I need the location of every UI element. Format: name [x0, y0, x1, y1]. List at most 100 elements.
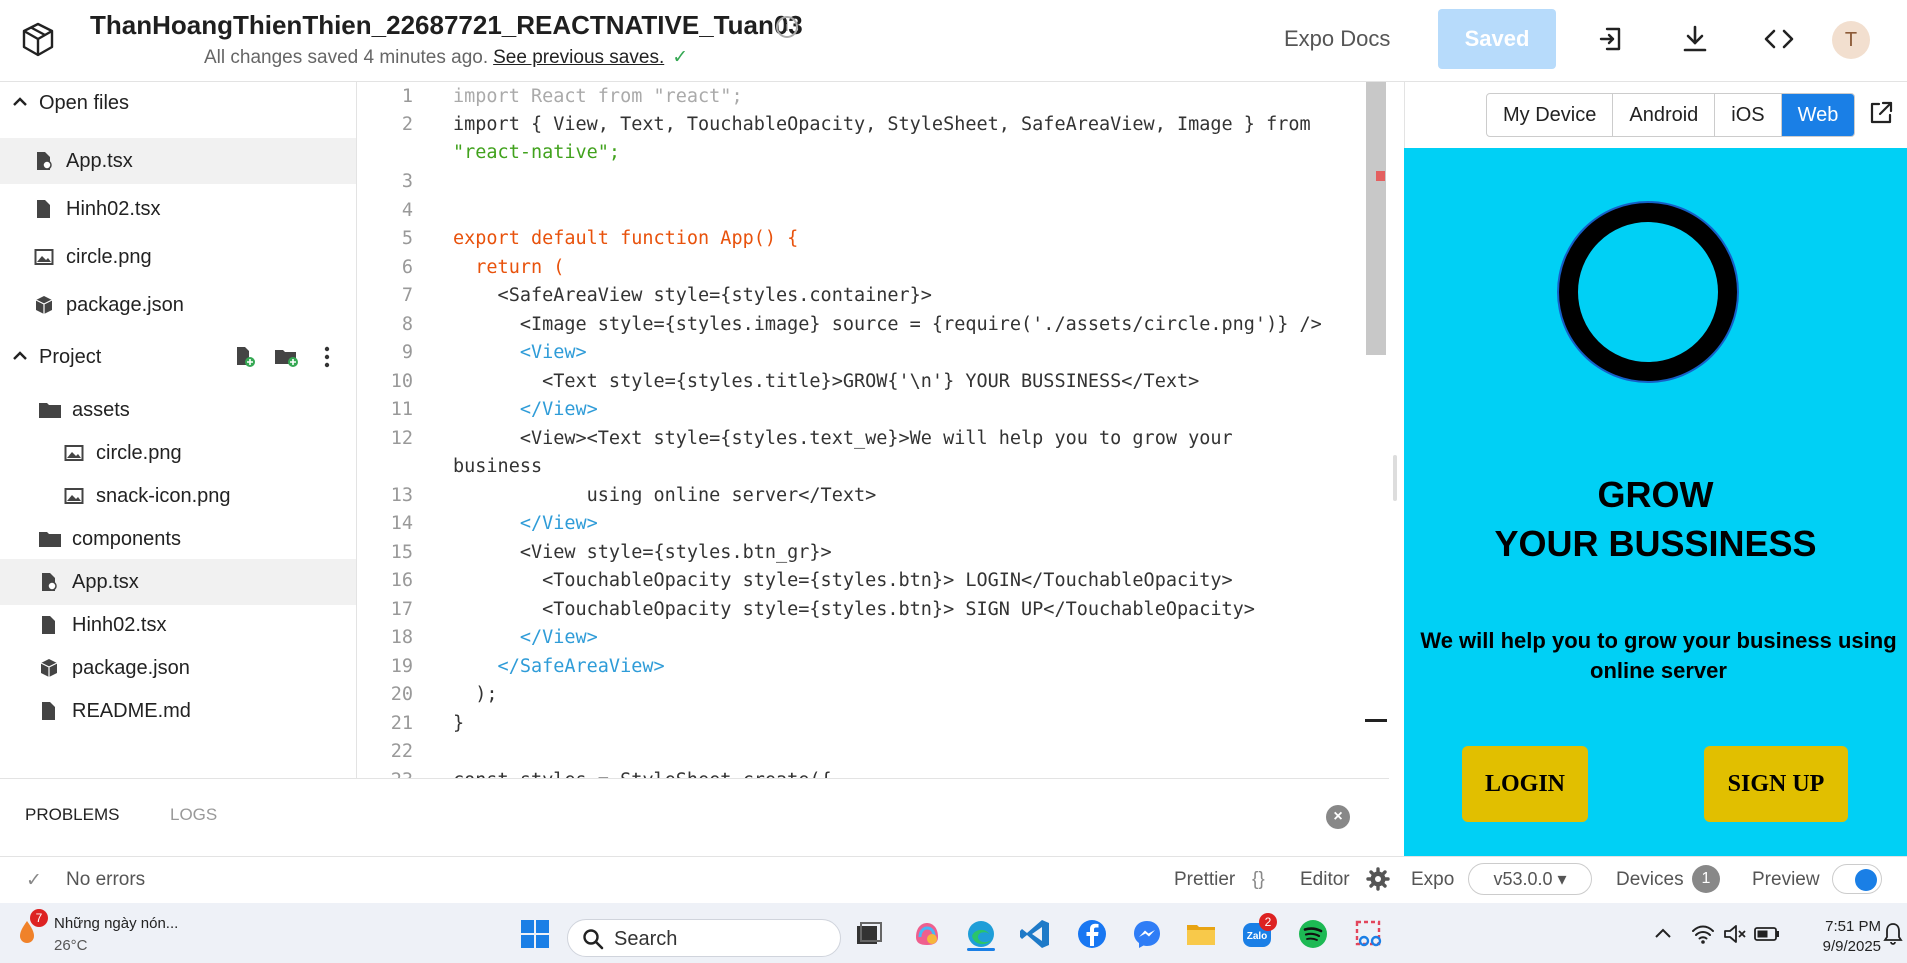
chevron-up-icon[interactable]: [1652, 917, 1674, 951]
code-line: return (: [453, 257, 565, 278]
editor-label[interactable]: Editor: [1300, 869, 1350, 891]
messenger-icon[interactable]: [1130, 917, 1164, 951]
open-external-icon[interactable]: [1868, 100, 1894, 126]
tab-logs[interactable]: LOGS: [170, 805, 217, 825]
windows-start-icon[interactable]: [518, 917, 552, 951]
errors-status[interactable]: No errors: [66, 869, 145, 891]
battery-icon[interactable]: [1753, 917, 1781, 951]
file-sidebar: Open files App.tsx Hinh02.tsx circle.png…: [0, 82, 357, 778]
open-file-app-tsx[interactable]: App.tsx: [0, 138, 356, 184]
line-number: 2: [401, 114, 413, 135]
file-icon: [42, 702, 55, 720]
file-icon: [37, 200, 50, 218]
clock-time: 7:51 PM: [1825, 918, 1881, 935]
user-avatar[interactable]: T: [1832, 21, 1870, 59]
image-icon: [34, 249, 54, 265]
close-panel-icon[interactable]: ×: [1326, 805, 1350, 829]
file-name: App.tsx: [66, 150, 133, 172]
sdk-version-select[interactable]: v53.0.0 ▾: [1468, 863, 1592, 895]
zalo-badge: 2: [1259, 913, 1277, 931]
project-file-package-json[interactable]: package.json: [0, 645, 356, 691]
file-name: README.md: [72, 700, 191, 722]
file-name: assets: [72, 399, 130, 421]
editor-scrollbar[interactable]: [1366, 82, 1386, 355]
copilot-icon[interactable]: [910, 917, 944, 951]
code-line: }: [453, 713, 465, 734]
download-icon[interactable]: [1678, 22, 1712, 56]
code-line: const styles = StyleSheet.create({: [453, 770, 832, 778]
toggle-knob: [1855, 869, 1877, 891]
tab-web[interactable]: Web: [1781, 94, 1855, 136]
sign-up-button[interactable]: SIGN UP: [1704, 746, 1848, 822]
task-view-icon[interactable]: [852, 917, 886, 951]
more-options-icon[interactable]: [322, 346, 332, 368]
code-line: import { View, Text, TouchableOpacity, S…: [453, 114, 1311, 135]
braces-icon[interactable]: {}: [1252, 869, 1265, 891]
wifi-icon[interactable]: [1690, 917, 1716, 951]
open-files-section-header[interactable]: Open files: [0, 82, 357, 126]
code-editor[interactable]: 1 2 3 4 5 6 7 8 9 10 11 12 13 14 15 16 1…: [357, 82, 1389, 778]
snack-logo-icon[interactable]: [18, 20, 58, 60]
code-line: using online server</Text>: [453, 485, 877, 506]
line-number: 13: [390, 485, 413, 506]
project-file-readme-md[interactable]: README.md: [0, 688, 356, 734]
tab-problems[interactable]: PROBLEMS: [25, 805, 119, 825]
line-number: 8: [401, 314, 413, 335]
circle-image: [1559, 203, 1737, 381]
vscode-icon[interactable]: [1018, 917, 1052, 951]
app-title-line1: GROW: [1597, 474, 1714, 515]
line-number: 10: [390, 371, 413, 392]
code-line: <View><Text style={styles.text_we}>We wi…: [453, 428, 1233, 449]
project-file-app-tsx[interactable]: App.tsx: [0, 559, 356, 605]
project-section-header[interactable]: Project: [0, 336, 357, 380]
panel-resize-handle[interactable]: [1393, 455, 1397, 501]
devices-label[interactable]: Devices: [1616, 869, 1684, 891]
project-title[interactable]: ThanHoangThienThien_22687721_REACTNATIVE…: [90, 10, 803, 41]
saved-button[interactable]: Saved: [1438, 9, 1556, 69]
package-icon: [35, 296, 53, 314]
tab-ios[interactable]: iOS: [1715, 94, 1782, 136]
snipping-tool-icon[interactable]: [1352, 917, 1386, 951]
project-file-snack-icon-png[interactable]: snack-icon.png: [0, 473, 356, 519]
minimize-icon[interactable]: [1365, 719, 1387, 722]
info-icon[interactable]: i: [776, 16, 798, 38]
gear-icon[interactable]: [1366, 867, 1390, 897]
preview-toggle[interactable]: [1832, 864, 1882, 894]
file-explorer-icon[interactable]: [1184, 917, 1218, 951]
project-folder-components[interactable]: components: [0, 516, 356, 562]
line-number: 14: [390, 513, 413, 534]
project-file-hinh02-tsx[interactable]: Hinh02.tsx: [0, 602, 356, 648]
spotify-icon[interactable]: [1296, 917, 1330, 951]
open-file-package-json[interactable]: package.json: [0, 282, 356, 328]
new-folder-icon[interactable]: [274, 346, 300, 368]
login-button[interactable]: LOGIN: [1462, 746, 1588, 822]
notification-bell-icon[interactable]: [1882, 917, 1904, 951]
embed-code-icon[interactable]: [1762, 22, 1796, 56]
status-bar: ✓ No errors Prettier {} Editor Expo v53.…: [0, 856, 1907, 903]
export-icon[interactable]: [1594, 22, 1628, 56]
check-icon: ✓: [672, 47, 689, 68]
prettier-label[interactable]: Prettier: [1174, 869, 1235, 891]
project-file-circle-png[interactable]: circle.png: [0, 430, 356, 476]
file-name: components: [72, 528, 181, 550]
project-folder-assets[interactable]: assets: [0, 387, 356, 433]
open-file-hinh02-tsx[interactable]: Hinh02.tsx: [0, 186, 356, 232]
system-clock[interactable]: 7:51 PM 9/9/2025: [1797, 917, 1881, 957]
app-title-line2: YOUR BUSSINESS: [1494, 523, 1817, 564]
preview-label: Preview: [1752, 869, 1820, 890]
file-name: circle.png: [96, 442, 182, 464]
volume-muted-icon[interactable]: [1722, 917, 1748, 951]
code-line: <View style={styles.btn_gr}>: [453, 542, 832, 563]
tab-my-device[interactable]: My Device: [1487, 94, 1614, 136]
tab-android[interactable]: Android: [1613, 94, 1716, 136]
expo-docs-link[interactable]: Expo Docs: [1284, 26, 1390, 52]
new-file-icon[interactable]: [234, 346, 256, 368]
search-label: Search: [614, 928, 678, 950]
code-line: );: [453, 684, 498, 705]
edge-browser-icon[interactable]: [964, 917, 998, 951]
previous-saves-link[interactable]: See previous saves.: [493, 47, 664, 68]
line-number: 21: [390, 713, 413, 734]
facebook-icon[interactable]: [1075, 917, 1109, 951]
taskbar-search[interactable]: Search: [567, 919, 841, 957]
open-file-circle-png[interactable]: circle.png: [0, 234, 356, 280]
